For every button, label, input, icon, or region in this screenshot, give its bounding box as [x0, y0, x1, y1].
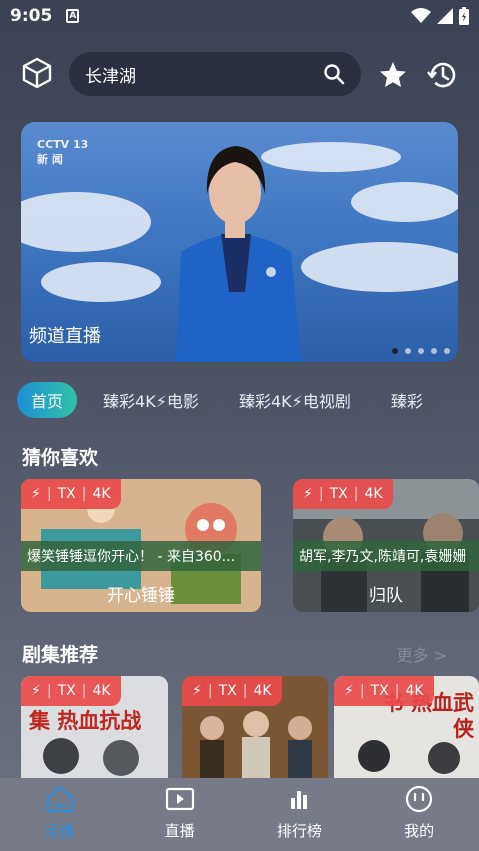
card-title: 开心锤锤 [107, 586, 175, 606]
star-icon[interactable] [378, 60, 408, 90]
lightning-icon: ⚡ [31, 683, 41, 699]
quality-tag: ⚡ | TX | 4K [21, 479, 121, 509]
tag-quality: 4K [253, 683, 272, 699]
card-title: 归队 [369, 586, 403, 606]
cube-icon[interactable] [20, 56, 54, 90]
poster-title-text: 集 热血抗战 [29, 709, 142, 733]
series-card[interactable]: ⚡ | TX | 4K [182, 676, 328, 778]
notification-a-icon: A [66, 9, 80, 23]
tag-quality: 4K [405, 683, 424, 699]
status-time: 9:05 [10, 6, 53, 26]
tab-label: 排行榜 [276, 822, 322, 840]
series-section-title: 剧集推荐 [22, 644, 99, 666]
play-screen-icon [165, 787, 194, 811]
chip-home[interactable]: 首页 [17, 382, 78, 418]
card-description: 爆笑锤锤逗你开心！ - 来自360... [21, 541, 261, 571]
pagination-dot[interactable] [444, 348, 450, 354]
chip-4k-movies[interactable]: 臻彩4K⚡电影 [89, 382, 213, 418]
search-icon[interactable] [323, 63, 345, 85]
home-icon [46, 785, 73, 813]
video-card[interactable]: ⚡ | TX | 4K 爆笑锤锤逗你开心！ - 来自360... 开心锤锤 [21, 479, 261, 612]
video-card[interactable]: ⚡ | TX | 4K 胡军,李乃文,陈靖可,袁姗姗 归队 [293, 479, 479, 612]
tab-label: 点播 [44, 822, 75, 840]
pagination-dot[interactable] [431, 348, 437, 354]
quality-tag: ⚡ | TX | 4K [182, 676, 282, 706]
pagination-dot[interactable] [392, 348, 398, 354]
pagination-dot[interactable] [418, 348, 424, 354]
pagination-dot[interactable] [405, 348, 411, 354]
profile-icon [406, 785, 433, 813]
tab-vod[interactable]: 点播 [0, 778, 120, 851]
tag-source: TX [57, 486, 76, 502]
more-link[interactable]: 更多 > [397, 642, 448, 666]
lightning-icon: ⚡ [303, 486, 313, 502]
search-bar[interactable]: 长津湖 [69, 52, 361, 96]
tag-source: TX [57, 683, 76, 699]
tag-quality: 4K [92, 486, 111, 502]
tab-ranking[interactable]: 排行榜 [240, 778, 360, 851]
live-channel-banner[interactable]: CCTV 13 新 闻 频道直播 [21, 122, 458, 362]
tab-live[interactable]: 直播 [120, 778, 240, 851]
bottom-tab-bar: 点播 直播 排行榜 我的 [0, 778, 479, 851]
tag-source: TX [218, 683, 237, 699]
tag-source: TX [370, 683, 389, 699]
tab-profile[interactable]: 我的 [359, 778, 479, 851]
signal-icon [437, 8, 453, 24]
wifi-icon [411, 8, 431, 23]
battery-icon [459, 7, 469, 25]
category-chips: 首页 臻彩4K⚡电影 臻彩4K⚡电视剧 臻彩 [17, 382, 479, 420]
tab-label: 我的 [404, 822, 435, 840]
chip-4k-tv[interactable]: 臻彩4K⚡电视剧 [224, 382, 365, 418]
lightning-icon: ⚡ [31, 486, 41, 502]
top-bar: 长津湖 [0, 52, 479, 96]
tag-quality: 4K [92, 683, 111, 699]
search-input[interactable]: 长津湖 [85, 62, 323, 87]
series-card[interactable]: 书 热血武侠 ⚡| TX| 4K [334, 676, 479, 778]
card-description: 胡军,李乃文,陈靖可,袁姗姗 [293, 541, 479, 571]
lightning-icon: ⚡ [344, 683, 354, 699]
quality-tag: ⚡ | TX | 4K [21, 676, 121, 706]
tag-source: TX [329, 486, 348, 502]
guess-section-title: 猜你喜欢 [22, 447, 99, 469]
channel-logo: CCTV 13 新 闻 [37, 138, 89, 166]
bar-chart-icon [291, 791, 308, 809]
quality-tag: ⚡ | TX | 4K [293, 479, 393, 509]
series-card[interactable]: 集 热血抗战 ⚡ | TX | 4K [21, 676, 168, 778]
tag-quality: 4K [364, 486, 383, 502]
lightning-icon: ⚡ [192, 683, 202, 699]
quality-tag: ⚡ | TX | 4K [334, 676, 434, 706]
status-bar: 9:05 A [0, 0, 479, 32]
banner-caption: 频道直播 [29, 326, 101, 347]
chip-more[interactable]: 臻彩 [376, 382, 437, 418]
history-icon[interactable] [426, 59, 458, 91]
tab-label: 直播 [164, 822, 195, 840]
banner-pagination [392, 348, 450, 354]
